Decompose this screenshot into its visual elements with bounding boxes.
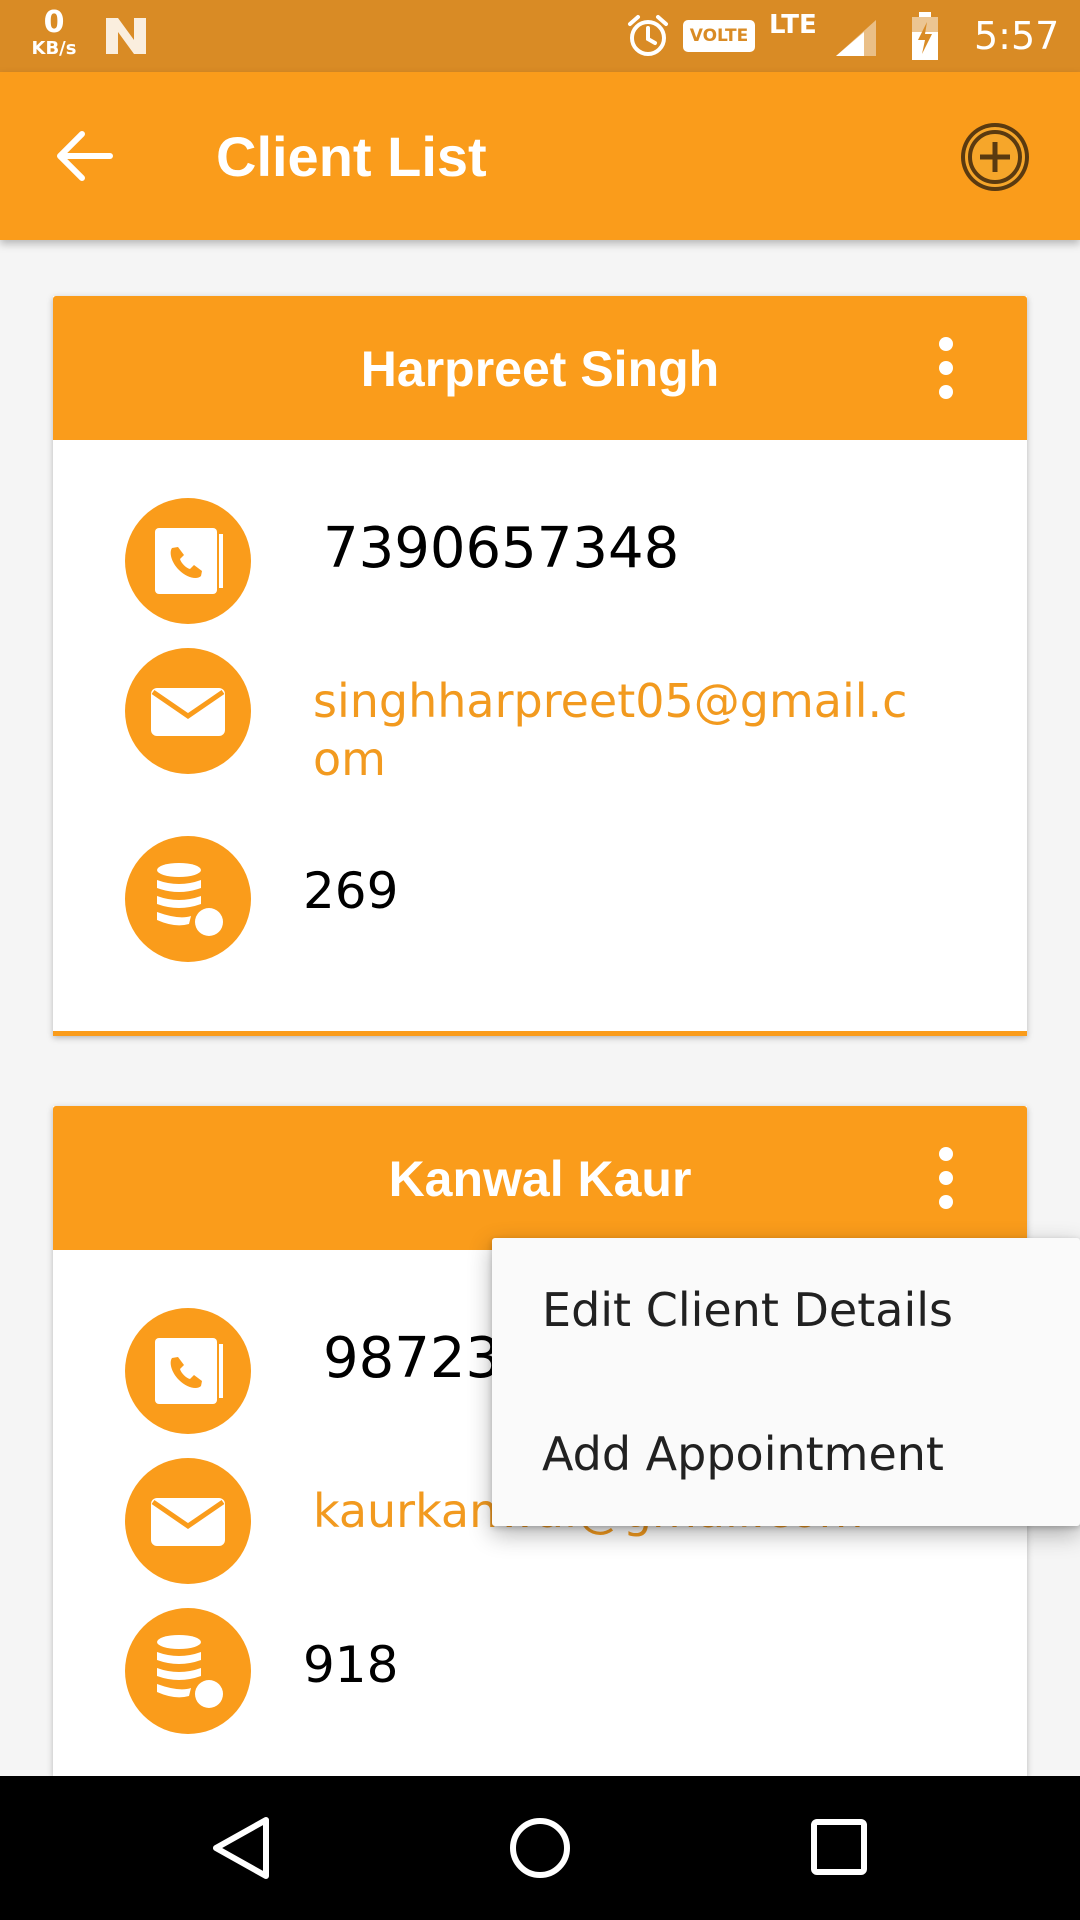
net-speed-value: 0 xyxy=(43,5,65,40)
menu-item-edit-client-details[interactable]: Edit Client Details xyxy=(492,1238,1080,1382)
phone-book-icon xyxy=(125,1308,251,1434)
database-icon xyxy=(125,836,251,962)
network-type-label: LTE xyxy=(769,10,817,40)
net-speed-unit: KB/s xyxy=(31,38,77,59)
client-card-header: Kanwal Kaur xyxy=(53,1106,1027,1250)
menu-item-add-appointment[interactable]: Add Appointment xyxy=(492,1382,1080,1526)
client-card-header: Harpreet Singh xyxy=(53,296,1027,440)
volte-badge: VOLTE xyxy=(683,20,755,52)
nav-recents-icon[interactable] xyxy=(806,1814,872,1880)
alarm-icon xyxy=(628,15,668,56)
mail-icon xyxy=(125,1458,251,1584)
system-nav-bar xyxy=(0,1776,1080,1920)
client-options-menu: Edit Client Details Add Appointment xyxy=(492,1238,1080,1526)
page-title: Client List xyxy=(216,125,487,188)
back-arrow-icon[interactable] xyxy=(50,124,120,188)
add-circle-icon[interactable] xyxy=(958,120,1032,194)
client-phone[interactable]: 98723 xyxy=(323,1326,501,1391)
client-phone[interactable]: 7390657348 xyxy=(323,516,679,581)
more-vert-icon[interactable] xyxy=(919,332,973,404)
database-icon xyxy=(125,1608,251,1734)
client-count: 269 xyxy=(303,862,399,920)
app-bar: Client List xyxy=(0,72,1080,240)
nav-home-icon[interactable] xyxy=(500,1812,580,1884)
mail-icon xyxy=(125,648,251,774)
nav-back-icon[interactable] xyxy=(206,1812,276,1884)
battery-charging-icon xyxy=(912,12,938,60)
client-email[interactable]: singhharpreet05@gmail.com xyxy=(313,672,913,788)
client-name: Harpreet Singh xyxy=(360,341,720,397)
client-name: Kanwal Kaur xyxy=(388,1151,692,1207)
client-count: 918 xyxy=(303,1636,399,1694)
net-speed-indicator: 0 KB/s xyxy=(26,8,82,58)
status-bar: 0 KB/s VOLTE LTE 5:57 xyxy=(0,0,1080,72)
clock-time: 5:57 xyxy=(974,14,1060,58)
phone-book-icon xyxy=(125,498,251,624)
notification-n-icon xyxy=(106,18,146,54)
signal-icon xyxy=(836,20,876,56)
more-vert-icon[interactable] xyxy=(919,1142,973,1214)
client-card[interactable]: Harpreet Singh 7390657348 singhharpreet0… xyxy=(53,296,1027,1036)
